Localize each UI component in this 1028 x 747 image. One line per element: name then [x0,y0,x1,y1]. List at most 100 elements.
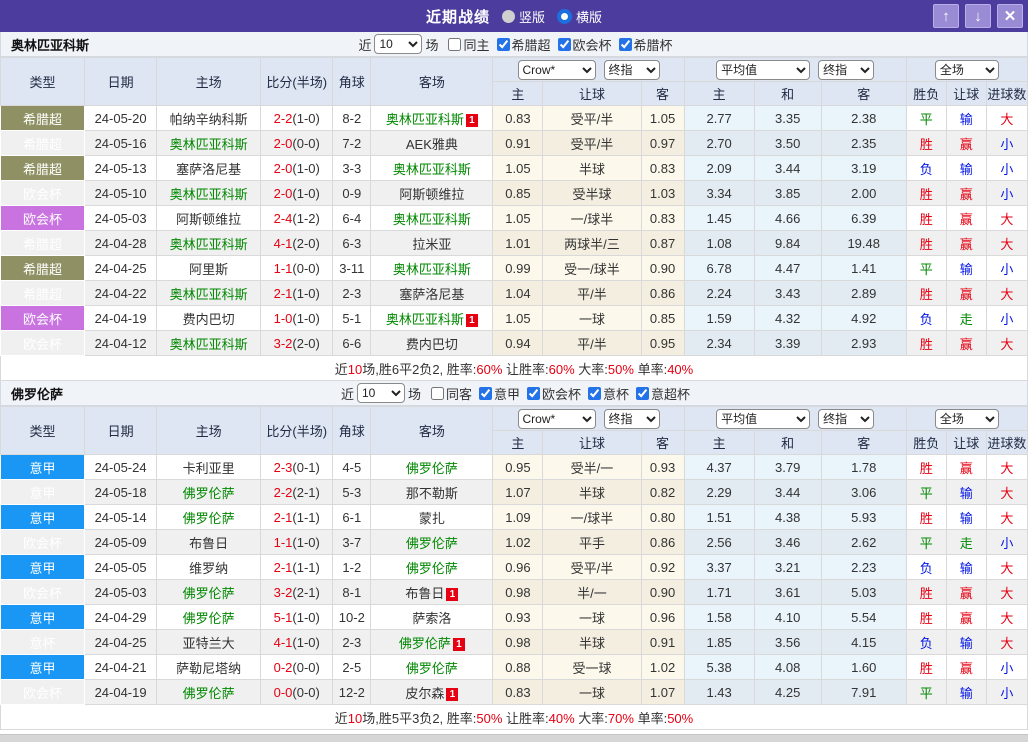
euro-draw-odds: 3.44 [754,480,821,505]
handicap-line: 平/半 [543,281,641,306]
same-venue-checkbox[interactable]: 同客 [424,384,472,403]
match-row: 意甲 24-05-14 佛罗伦萨 2-1(1-1) 6-1 蒙扎 1.09 一/… [1,505,1028,530]
col-result: 胜负 [906,82,946,106]
fulltime-score: 2-1 [274,510,293,525]
halftime-score: (0-0) [292,261,319,276]
handicap-away-odds: 0.86 [641,281,684,306]
match-date: 24-05-03 [85,206,157,231]
red-card-badge: 1 [446,688,458,701]
league-filter-checkbox[interactable]: 意超杯 [629,384,690,403]
league-checkbox-label: 意杯 [603,384,629,403]
league-filter-checkbox[interactable]: 欧会杯 [551,35,612,54]
col-result: 胜负 [906,431,946,455]
competition-badge: 欧会杯 [1,331,85,356]
fulltime-score: 2-2 [274,485,293,500]
league-checkbox-input[interactable] [558,38,571,51]
goals-result-indicator: 小 [986,655,1027,680]
summary-text-part: 60% [476,362,502,377]
league-checkbox-input[interactable] [588,387,601,400]
final-handicap-select[interactable]: 终指 [604,60,660,80]
same-venue-checkbox-input[interactable] [431,387,444,400]
euro-draw-odds: 3.21 [754,555,821,580]
handicap-home-odds: 0.98 [493,580,543,605]
score-cell: 4-1(1-0) [261,630,333,655]
move-down-button[interactable]: ↓ [965,4,991,28]
titlebar-buttons: ↑ ↓ ✕ [933,4,1023,28]
euro-home-odds: 5.38 [684,655,754,680]
league-filter-checkbox[interactable]: 意杯 [581,384,629,403]
home-team-name: 萨勒尼塔纳 [176,661,241,676]
match-row: 欧会杯 24-05-09 布鲁日 1-1(1-0) 3-7 佛罗伦萨 1.02 … [1,530,1028,555]
euro-draw-odds: 4.10 [754,605,821,630]
league-checkbox-input[interactable] [497,38,510,51]
corner-score: 6-6 [333,331,371,356]
average-odds-select[interactable]: 平均值 [716,60,810,80]
handicap-away-odds: 0.91 [641,630,684,655]
fulltime-select[interactable]: 全场 [935,409,999,429]
euro-away-odds: 6.39 [821,206,906,231]
move-up-button[interactable]: ↑ [933,4,959,28]
col-handicap-away: 客 [641,431,684,455]
competition-badge: 欧会杯 [1,206,85,231]
handicap-away-odds: 0.87 [641,231,684,256]
handicap-result-indicator: 赢 [946,455,986,480]
result-indicator: 胜 [906,331,946,356]
summary-text-part: 70% [608,711,634,726]
league-checkbox-input[interactable] [479,387,492,400]
home-team-name: 奥林匹亚科斯 [170,187,248,202]
score-cell: 2-2(2-1) [261,480,333,505]
bookmaker-select[interactable]: Crow* [518,60,596,80]
handicap-home-odds: 1.01 [493,231,543,256]
handicap-result-indicator: 走 [946,306,986,331]
handicap-result-indicator: 赢 [946,231,986,256]
bookmaker-select[interactable]: Crow* [518,409,596,429]
league-filter-checkbox[interactable]: 希腊超 [490,35,551,54]
result-indicator: 胜 [906,206,946,231]
halftime-score: (1-1) [292,560,319,575]
result-indicator: 胜 [906,505,946,530]
home-team-cell: 阿里斯 [157,256,261,281]
away-team-cell: 布鲁日1 [371,580,493,605]
fulltime-score: 4-1 [274,236,293,251]
goals-result-indicator: 小 [986,680,1027,705]
score-cell: 2-0(1-0) [261,181,333,206]
halftime-score: (0-0) [292,136,319,151]
euro-draw-odds: 3.35 [754,106,821,131]
away-team-name: 蒙扎 [419,511,445,526]
handicap-away-odds: 1.03 [641,181,684,206]
final-euro-select[interactable]: 终指 [818,409,874,429]
goals-result-indicator: 大 [986,505,1027,530]
euro-away-odds: 4.15 [821,630,906,655]
league-checkbox-input[interactable] [636,387,649,400]
final-handicap-select[interactable]: 终指 [604,409,660,429]
close-button[interactable]: ✕ [997,4,1023,28]
layout-vertical-option[interactable]: 竖版 [502,7,545,26]
euro-home-odds: 4.37 [684,455,754,480]
average-odds-select[interactable]: 平均值 [716,409,810,429]
league-checkbox-label: 意甲 [494,384,520,403]
layout-horizontal-option[interactable]: 横版 [557,7,602,26]
league-checkbox-input[interactable] [619,38,632,51]
same-venue-checkbox[interactable]: 同主 [441,35,489,54]
handicap-line: 两球半/三 [543,231,641,256]
league-filter-checkbox[interactable]: 意甲 [472,384,520,403]
col-date: 日期 [85,407,157,455]
league-checkbox-input[interactable] [527,387,540,400]
goals-result-indicator: 小 [986,181,1027,206]
home-team-name: 奥林匹亚科斯 [170,137,248,152]
match-count-select[interactable]: 10 [357,383,405,403]
same-venue-checkbox-input[interactable] [448,38,461,51]
euro-draw-odds: 4.25 [754,680,821,705]
handicap-home-odds: 1.05 [493,156,543,181]
col-handicap-line: 让球 [543,431,641,455]
handicap-line: 一球 [543,605,641,630]
away-team-cell: 奥林匹亚科斯1 [371,306,493,331]
fulltime-select[interactable]: 全场 [935,60,999,80]
match-count-select[interactable]: 10 [374,34,422,54]
final-euro-select[interactable]: 终指 [818,60,874,80]
league-filter-checkbox[interactable]: 希腊杯 [612,35,673,54]
col-corner: 角球 [333,407,371,455]
panel-title: 近期战绩 [426,6,490,27]
league-filter-checkbox[interactable]: 欧会杯 [520,384,581,403]
radio-unselected-icon [502,10,515,23]
